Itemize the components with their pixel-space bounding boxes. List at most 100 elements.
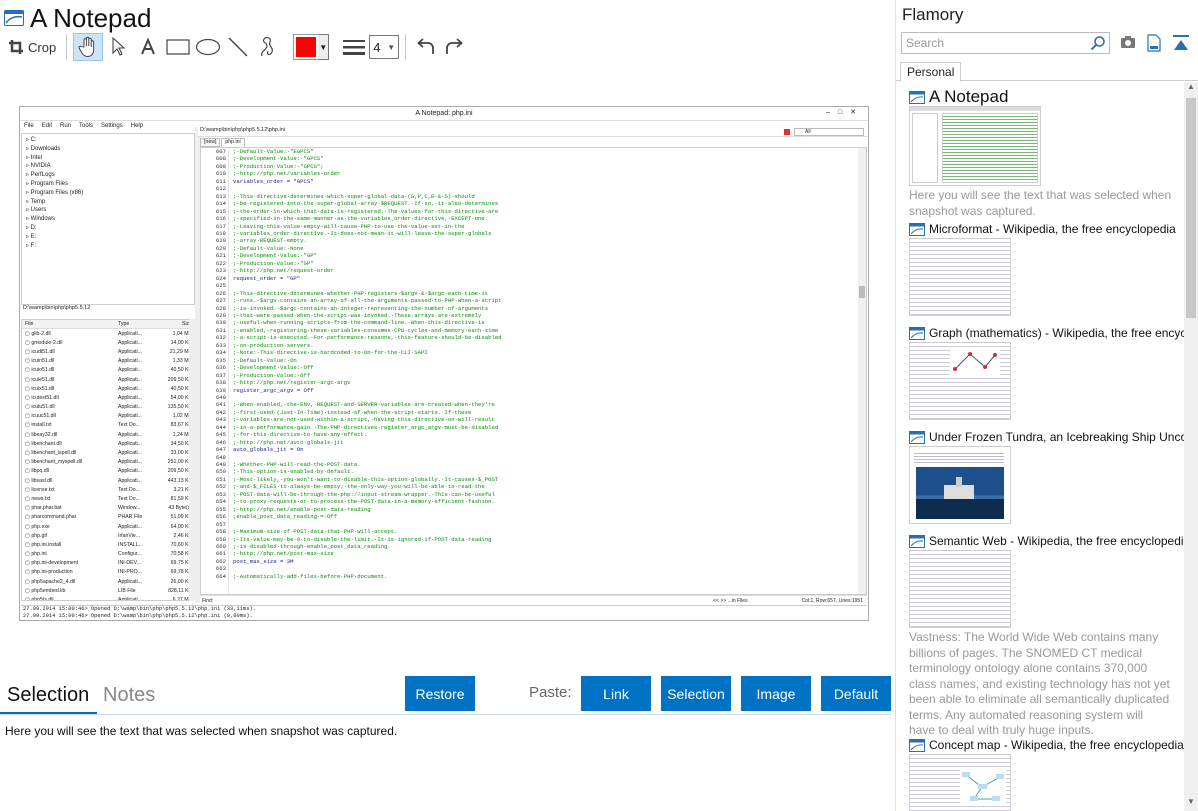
snapshot-file-row: ▢ pharcommand.phar PHAR File 51,99 KB (22, 513, 194, 522)
snapshot-window-title: A Notepad: php.ini (415, 110, 473, 117)
snapshot-file-row: ▢ php5embed.lib LIB File 828,11 KB (22, 586, 194, 595)
list-item[interactable]: A Notepad Here you will see the text tha… (909, 88, 1184, 219)
line-tool-button[interactable] (223, 33, 253, 61)
list-item[interactable]: Microformat - Wikipedia, the free encycl… (909, 220, 1184, 316)
snapshot-file-row: ▢ php5apache2_4.dll Applicati... 26,00 KB (22, 577, 194, 586)
snapshot-code-line: ;·Automatically·add·files·before·PHP·doc… (233, 572, 388, 580)
snapshot-tab: php.ini (221, 138, 245, 147)
snapshot-code-line: post_max_size = 3M (233, 557, 294, 565)
list-item[interactable]: Concept map - Wikipedia, the free encycl… (909, 736, 1184, 811)
snapshot-file-row: ▢ install.txt Text Do... 83,67 KB (22, 421, 194, 430)
app-header: A Notepad (4, 2, 151, 34)
paste-selection-button[interactable]: Selection (661, 676, 731, 711)
snapshot-thumbnail (909, 446, 1011, 524)
color-picker[interactable]: ▼ (293, 34, 330, 60)
snapshot-file-type: Text Do... (118, 486, 140, 493)
scroll-up-icon[interactable]: ▲ (1184, 82, 1198, 96)
snapshot-code-line: ;·Maximum·size·of·POST·data·that·PHP·wil… (233, 528, 398, 536)
tab-selection[interactable]: Selection (7, 684, 89, 707)
snapshot-file-row: ▢ news.txt Text Do... 81,59 KB (22, 494, 194, 503)
snapshot-editor-path-text: D:\wamp\bin\php\php5.5.12\php.ini (200, 127, 286, 133)
snapshot-file-type: Applicati... (118, 385, 142, 392)
rectangle-icon (166, 39, 190, 55)
rectangle-tool-button[interactable] (163, 33, 193, 61)
toolbar-divider (66, 34, 68, 60)
snapshot-file-name: ▢ libenchant_myspell.dll (25, 459, 83, 466)
browser-snapshot-icon (909, 222, 925, 236)
snapshot-editor-path: D:\wamp\bin\php\php5.5.12\php.ini All (198, 127, 868, 137)
crop-button[interactable]: Crop (4, 33, 60, 61)
snapshot-image[interactable]: A Notepad: php.ini –□✕ File Edit Run Tools S… (19, 106, 869, 621)
snapshot-file-name: ▢ php5embed.lib (25, 587, 66, 594)
ship-photo (916, 467, 1004, 519)
snapshot-file-size: 6,27 MB (172, 597, 192, 601)
paste-image-button[interactable]: Image (741, 676, 811, 711)
snapshot-code-line: ;·is·disabled·through·enable_post_data_r… (233, 543, 391, 551)
line-style-button[interactable] (343, 33, 366, 61)
snapshot-file-type: Applicati... (118, 367, 142, 374)
snapshot-file-type: IrfanVie... (118, 532, 141, 539)
snapshot-code-line: ;·http://php.net/register-argc-argv (233, 379, 351, 387)
ellipse-tool-button[interactable] (193, 33, 223, 61)
snapshot-code-line: ;·to·proxy·requests·or·to·process·the·PO… (233, 498, 495, 506)
line-width-select[interactable]: 4 ▼ (369, 35, 400, 59)
snapshot-file-row: ▢ libenchant.dll Applicati... 34,50 KB (22, 439, 194, 448)
select-tool-button[interactable] (103, 33, 133, 61)
restore-button[interactable]: Restore (405, 676, 475, 711)
line-width-icon (343, 40, 366, 55)
scroll-down-icon[interactable]: ▼ (1184, 797, 1198, 811)
tab-notes[interactable]: Notes (103, 684, 155, 707)
snapshot-file-name: ▢ icudt51.dll (25, 348, 55, 355)
snapshot-file-size: 828,11 KB (168, 587, 192, 594)
snapshot-file-size: 21,29 MB (169, 348, 192, 355)
snapshot-file-row: ▢ libeay32.dll Applicati... 1,24 MB (22, 430, 194, 439)
snapshot-code-line: ;·Default·Value:·On (233, 356, 297, 364)
paste-link-button[interactable]: Link (581, 676, 651, 711)
snapshot-code-line: ;·http://php.net/request-order (233, 267, 334, 275)
snapshot-file-type: Applicati... (118, 413, 142, 420)
snapshot-code-view: 607 608 609 610 611 612 613 614 615 616 … (200, 147, 867, 595)
snapshot-file-type: INSTALL... (118, 541, 143, 548)
snapshot-code-line: ;·http://php.net/enable-post-data-readin… (233, 505, 371, 513)
snapshot-menu-item: Settings (101, 123, 123, 129)
text-tool-button[interactable] (133, 33, 163, 61)
snapshot-file-size: 34,50 KB (170, 440, 192, 447)
document-icon[interactable] (1146, 34, 1162, 52)
line-width-value: 4 (373, 39, 381, 55)
ellipse-icon (196, 38, 221, 56)
search-icon[interactable] (1090, 35, 1106, 51)
hand-icon (78, 36, 95, 58)
snapshot-line-numbers: 607 608 609 610 611 612 613 614 615 616 … (201, 148, 229, 594)
list-item[interactable]: Semantic Web - Wikipedia, the free encyc… (909, 532, 1184, 739)
search-input[interactable]: Search (901, 32, 1110, 54)
snapshot-file-size: 26,00 KB (170, 578, 192, 585)
graph-figure-icon (950, 349, 1000, 375)
collapse-icon[interactable] (1172, 34, 1190, 52)
snapshot-code-line: ;·for·this·directive·to·have·any·effect. (233, 431, 368, 439)
snapshot-file-size: 443,13 KB (167, 477, 192, 484)
list-item[interactable]: Under Frozen Tundra, an Icebreaking Ship… (909, 428, 1184, 524)
freehand-tool-button[interactable] (253, 33, 283, 61)
snapshot-file-type: INI-PRO... (118, 569, 142, 576)
hand-tool-button[interactable] (73, 33, 104, 61)
snapshot-file-type: LIB File (118, 587, 136, 594)
snapshot-file-name: ▢ icuuc51.dll (25, 413, 56, 420)
snapshot-code-line: ;·first·used·(Just·In·Time)·instead·of·w… (233, 408, 472, 416)
paste-default-button[interactable]: Default (821, 676, 891, 711)
camera-icon[interactable] (1120, 34, 1136, 50)
snapshot-file-size: 1,02 MB (172, 413, 192, 420)
list-item[interactable]: Graph (mathematics) - Wikipedia, the fre… (909, 324, 1184, 420)
undo-button[interactable] (412, 33, 440, 61)
snapshot-menu-item: Help (130, 123, 144, 129)
snapshot-list-scrollbar[interactable]: ▲ ▼ (1184, 82, 1198, 811)
browser-snapshot-icon (909, 534, 925, 548)
tab-personal[interactable]: Personal (900, 62, 962, 82)
snapshot-file-row: ▢ phar.phar.bat Window... 43 Byte(s) (22, 504, 194, 513)
snapshot-file-row: ▢ libpq.dll Applicati... 209,50 KB (22, 467, 194, 476)
snapshot-file-name: ▢ icutu51.dll (25, 404, 55, 411)
chevron-down-icon: ▼ (387, 42, 396, 52)
scrollbar-thumb[interactable] (1186, 98, 1196, 318)
redo-button[interactable] (440, 33, 468, 61)
snapshot-menu-item: Edit (41, 123, 53, 129)
snapshot-code-line: ;·a·script·is·executed.·For·performance·… (233, 334, 502, 342)
